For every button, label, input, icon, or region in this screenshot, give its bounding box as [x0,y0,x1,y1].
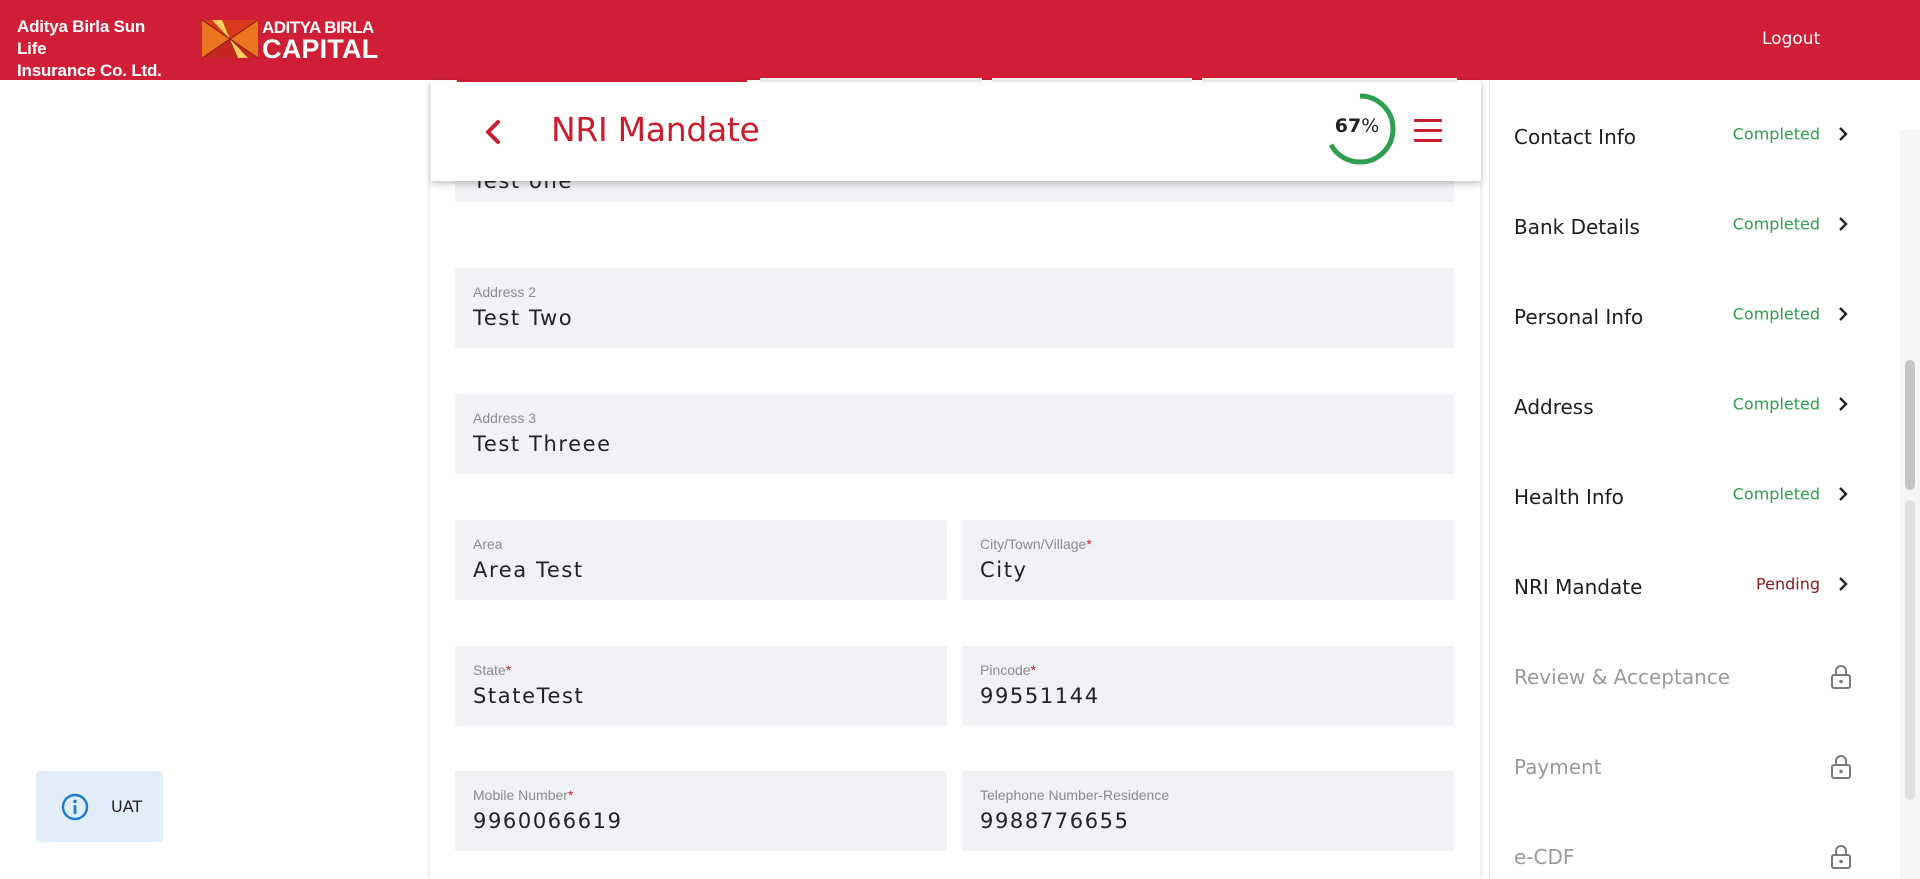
step-contact-info[interactable]: Contact Info Completed [1490,92,1880,182]
section-title-bar: NRI Mandate 67% [431,82,1481,181]
step-nri-mandate[interactable]: NRI Mandate Pending [1490,542,1880,632]
address3-value: Test Threee [473,432,612,456]
step-label: Payment [1514,755,1602,779]
step-e-cdf: e-CDF [1490,812,1880,879]
mobile-value: 9960066619 [473,809,623,833]
step-status: Completed [1732,304,1820,324]
chevron-right-icon [1839,127,1848,141]
address3-label: Address 3 [473,410,537,426]
step-address[interactable]: Address Completed [1490,362,1880,452]
lock-icon [1831,665,1851,689]
pincode-value: 99551144 [980,684,1100,708]
step-status: Completed [1732,214,1820,234]
state-label-text: State [473,662,506,678]
step-status: Pending [1756,574,1820,594]
required-marker: * [567,787,574,803]
address3-field[interactable]: Address 3 Test Threee [455,394,1454,474]
logo-line2: CAPITAL [262,34,379,64]
chevron-right-icon [1839,217,1848,231]
state-value: StateTest [473,684,585,708]
scrollbar-track-highlight [1905,500,1915,800]
company-name-line1: Aditya Birla Sun Life [17,17,146,58]
aditya-birla-capital-logo: ADITYA BIRLA CAPITAL [202,18,378,63]
step-label: NRI Mandate [1514,575,1643,599]
step-bank-details[interactable]: Bank Details Completed [1490,182,1880,272]
step-label: Personal Info [1514,305,1644,329]
step-status: Completed [1732,124,1820,144]
logout-button[interactable]: Logout [1762,29,1820,49]
step-review-acceptance: Review & Acceptance [1490,632,1880,722]
required-marker: * [1030,662,1037,678]
lock-icon [1831,755,1851,779]
step-label: Bank Details [1514,215,1640,239]
progress-suffix: % [1361,115,1380,137]
mobile-number-field[interactable]: Mobile Number* 9960066619 [455,771,947,851]
pincode-label-text: Pincode [980,662,1031,678]
area-label: Area [473,536,503,552]
area-value: Area Test [473,558,584,582]
step-health-info[interactable]: Health Info Completed [1490,452,1880,542]
stepper-scrollbar[interactable] [1900,130,1920,879]
company-name: Aditya Birla Sun Life Insurance Co. Ltd. [17,16,177,82]
step-label: e-CDF [1514,845,1575,869]
chevron-left-icon[interactable] [481,117,505,147]
mobile-label-text: Mobile Number [473,787,568,803]
step-label: Review & Acceptance [1514,665,1731,689]
environment-label: UAT [111,797,143,816]
page-title: NRI Mandate [551,110,760,149]
city-label: City/Town/Village* [980,536,1092,552]
main-form-card: Test one Address 2 Test Two Address 3 Te… [430,80,1480,879]
step-label: Address [1514,395,1594,419]
state-label: State* [473,662,511,678]
state-field[interactable]: State* StateTest [455,646,947,726]
chevron-right-icon [1839,487,1848,501]
pincode-field[interactable]: Pincode* 99551144 [962,646,1454,726]
step-payment: Payment [1490,722,1880,812]
lock-icon [1831,845,1851,869]
progress-stepper-panel: Contact Info Completed Bank Details Comp… [1489,80,1894,879]
telephone-label: Telephone Number-Residence [980,787,1170,803]
left-pane [0,80,430,879]
progress-percent: 67% [1322,115,1392,137]
step-label: Contact Info [1514,125,1637,149]
telephone-value: 9988776655 [980,809,1130,833]
chevron-right-icon [1839,397,1848,411]
aditya-birla-logo-icon [202,20,258,58]
company-name-line2: Insurance Co. Ltd. [17,61,162,80]
required-marker: * [1086,536,1092,552]
step-personal-info[interactable]: Personal Info Completed [1490,272,1880,362]
hamburger-menu-icon[interactable] [1414,119,1442,143]
city-label-text: City/Town/Village [980,536,1087,552]
environment-badge[interactable]: UAT [36,771,163,842]
city-field[interactable]: City/Town/Village* City [962,520,1454,600]
step-status: Completed [1732,484,1820,504]
step-status: Completed [1732,394,1820,414]
mobile-label: Mobile Number* [473,787,573,803]
top-header-bar: Aditya Birla Sun Life Insurance Co. Ltd.… [0,0,1920,80]
address2-label: Address 2 [473,284,537,300]
scrollbar-thumb[interactable] [1905,360,1915,490]
address2-value: Test Two [473,306,574,330]
step-label: Health Info [1514,485,1624,509]
logo-wordmark: ADITYA BIRLA CAPITAL [262,18,379,64]
telephone-residence-field[interactable]: Telephone Number-Residence 9988776655 [962,771,1454,851]
info-icon [61,793,89,821]
city-value: City [980,558,1028,582]
required-marker: * [505,662,512,678]
area-field[interactable]: Area Area Test [455,520,947,600]
chevron-right-icon [1839,577,1848,591]
address2-field[interactable]: Address 2 Test Two [455,268,1454,348]
progress-number: 67 [1334,115,1362,137]
chevron-right-icon [1839,307,1848,321]
pincode-label: Pincode* [980,662,1036,678]
